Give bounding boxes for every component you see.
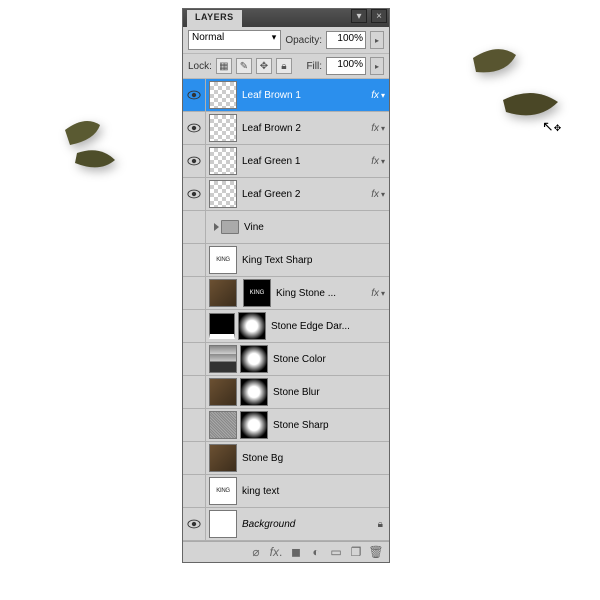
visibility-toggle[interactable] — [183, 244, 206, 276]
visibility-toggle[interactable] — [183, 310, 206, 342]
layer-name: Leaf Green 2 — [240, 189, 371, 200]
opacity-input[interactable]: 100% — [326, 31, 366, 49]
fx-expand-icon[interactable]: ▾ — [381, 124, 385, 133]
layer-row[interactable]: Stone Edge Dar... — [183, 310, 389, 343]
layer-name: King Text Sharp — [240, 255, 389, 266]
layer-name: Stone Sharp — [271, 420, 389, 431]
fx-icon[interactable]: fx — [371, 156, 379, 167]
fx-expand-icon[interactable]: ▾ — [381, 157, 385, 166]
footer-adjust-icon[interactable]: ◐ — [309, 545, 323, 559]
layer-name: Stone Bg — [240, 453, 389, 464]
visibility-toggle[interactable] — [183, 145, 206, 177]
fx-icon[interactable]: fx — [371, 288, 379, 299]
lock-pixels-button[interactable]: ✎ — [236, 58, 252, 74]
mask-thumb — [238, 312, 266, 340]
visibility-toggle[interactable] — [183, 475, 206, 507]
layer-row[interactable]: Stone Blur — [183, 376, 389, 409]
fx-icon[interactable]: fx — [371, 189, 379, 200]
layer-name: Leaf Brown 1 — [240, 90, 371, 101]
layer-row[interactable]: Leaf Brown 1fx▾ — [183, 79, 389, 112]
fx-icon[interactable]: fx — [371, 90, 379, 101]
layer-name: Leaf Green 1 — [240, 156, 371, 167]
fx-expand-icon[interactable]: ▾ — [381, 289, 385, 298]
layer-row[interactable]: Stone Color — [183, 343, 389, 376]
layer-name: Vine — [242, 222, 389, 233]
visibility-toggle[interactable] — [183, 376, 206, 408]
layers-panel: LAYERS ▾ × Normal Opacity: 100% ▸ Lock: ▦… — [182, 8, 390, 563]
folder-icon — [221, 220, 239, 234]
footer-link-icon[interactable]: ⌀ — [249, 545, 263, 559]
window-close-button[interactable]: × — [371, 9, 387, 23]
layer-row[interactable]: Stone Bg — [183, 442, 389, 475]
layer-row[interactable]: Vine — [183, 211, 389, 244]
layer-name: Stone Edge Dar... — [269, 321, 389, 332]
mask-thumb — [240, 345, 268, 373]
layer-list: Leaf Brown 1fx▾Leaf Brown 2fx▾Leaf Green… — [183, 79, 389, 541]
lock-label: Lock: — [188, 61, 212, 72]
footer-new-icon[interactable]: ❐ — [349, 545, 363, 559]
window-collapse-button[interactable]: ▾ — [351, 9, 367, 23]
panel-tabbar: LAYERS ▾ × — [183, 9, 389, 27]
visibility-toggle[interactable] — [183, 508, 206, 540]
mask-thumb — [240, 378, 268, 406]
fx-expand-icon[interactable]: ▾ — [381, 91, 385, 100]
visibility-toggle[interactable] — [183, 211, 206, 243]
visibility-toggle[interactable] — [183, 178, 206, 210]
lock-position-button[interactable]: ✥ — [256, 58, 272, 74]
visibility-toggle[interactable] — [183, 442, 206, 474]
expand-icon[interactable] — [214, 223, 219, 231]
lock-all-button[interactable]: 🔒︎ — [276, 58, 292, 74]
panel-footer: ⌀ fx. ◼ ◐ ▭ ❐ 🗑︎ — [183, 541, 389, 562]
visibility-toggle[interactable] — [183, 79, 206, 111]
layer-row[interactable]: KINGking text — [183, 475, 389, 508]
layer-row[interactable]: KINGKing Text Sharp — [183, 244, 389, 277]
footer-group-icon[interactable]: ▭ — [329, 545, 343, 559]
opacity-label: Opacity: — [285, 35, 322, 46]
blend-mode-select[interactable]: Normal — [188, 30, 281, 50]
layer-row[interactable]: Leaf Green 1fx▾ — [183, 145, 389, 178]
lock-transparency-button[interactable]: ▦ — [216, 58, 232, 74]
mask-thumb — [240, 411, 268, 439]
opacity-flyout-button[interactable]: ▸ — [370, 31, 384, 49]
layer-row[interactable]: KINGKing Stone ...fx▾ — [183, 277, 389, 310]
footer-mask-icon[interactable]: ◼ — [289, 545, 303, 559]
visibility-toggle[interactable] — [183, 409, 206, 441]
footer-fx-icon[interactable]: fx. — [269, 545, 283, 559]
layer-name: Stone Blur — [271, 387, 389, 398]
fx-expand-icon[interactable]: ▾ — [381, 190, 385, 199]
visibility-toggle[interactable] — [183, 112, 206, 144]
visibility-toggle[interactable] — [183, 343, 206, 375]
footer-trash-icon[interactable]: 🗑︎ — [369, 545, 383, 559]
layer-row[interactable]: Background🔒︎ — [183, 508, 389, 541]
fill-flyout-button[interactable]: ▸ — [370, 57, 384, 75]
layer-name: Leaf Brown 2 — [240, 123, 371, 134]
layer-name: king text — [240, 486, 389, 497]
layer-row[interactable]: Leaf Green 2fx▾ — [183, 178, 389, 211]
layer-name: Stone Color — [271, 354, 389, 365]
fill-label: Fill: — [306, 61, 322, 72]
canvas-leaf-right — [458, 40, 568, 140]
fill-input[interactable]: 100% — [326, 57, 366, 75]
layer-row[interactable]: Stone Sharp — [183, 409, 389, 442]
layer-name: King Stone ... — [274, 288, 371, 299]
layer-row[interactable]: Leaf Brown 2fx▾ — [183, 112, 389, 145]
visibility-toggle[interactable] — [183, 277, 206, 309]
lock-icon: 🔒︎ — [378, 519, 383, 530]
fx-icon[interactable]: fx — [371, 123, 379, 134]
panel-tab-layers[interactable]: LAYERS — [187, 10, 242, 28]
canvas-leaf-left — [45, 105, 135, 185]
layer-name: Background — [240, 519, 378, 530]
